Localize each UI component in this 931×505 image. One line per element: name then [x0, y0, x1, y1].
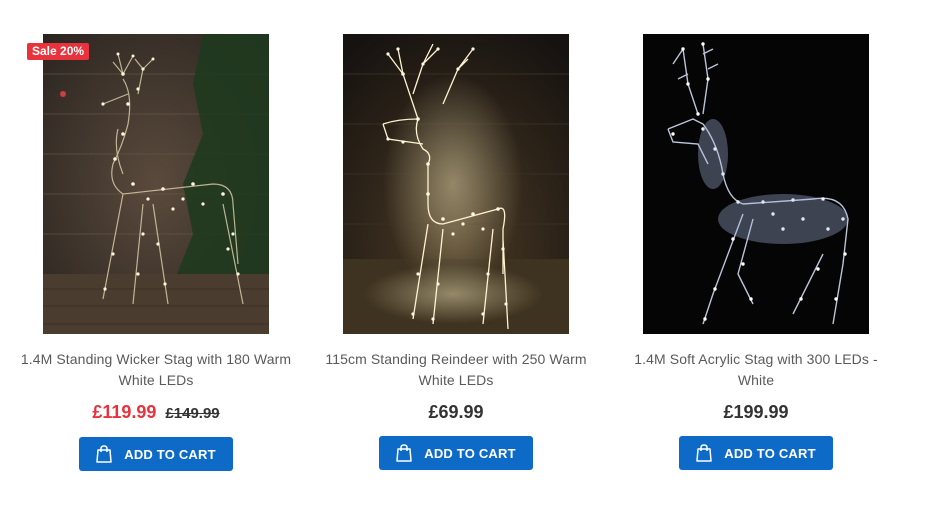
add-to-cart-label: ADD TO CART [724, 445, 816, 461]
product-title[interactable]: 1.4M Soft Acrylic Stag with 300 LEDs - W… [616, 349, 896, 391]
shopping-bag-icon [696, 444, 712, 462]
product-card: 1.4M Soft Acrylic Stag with 300 LEDs - W… [606, 0, 906, 505]
add-to-cart-label: ADD TO CART [124, 446, 216, 462]
product-image[interactable] [343, 34, 569, 334]
sale-badge: Sale 20% [27, 43, 90, 60]
add-to-cart-button[interactable]: ADD TO CART [379, 436, 533, 470]
price: £199.99 [723, 402, 789, 422]
product-title[interactable]: 115cm Standing Reindeer with 250 Warm Wh… [316, 349, 596, 391]
shopping-bag-icon [96, 445, 112, 463]
product-grid: Sale 20% 1.4M Standing Wicker Stag with … [0, 0, 931, 505]
price-row: £199.99 [606, 400, 906, 424]
add-to-cart-button[interactable]: ADD TO CART [79, 437, 233, 471]
add-to-cart-label: ADD TO CART [424, 445, 516, 461]
add-to-cart-button[interactable]: ADD TO CART [679, 436, 833, 470]
product-image[interactable] [643, 34, 869, 334]
price-row: £69.99 [306, 400, 606, 424]
product-title[interactable]: 1.4M Standing Wicker Stag with 180 Warm … [16, 349, 296, 391]
original-price: £149.99 [165, 405, 220, 422]
shopping-bag-icon [396, 444, 412, 462]
sale-price: £119.99 [92, 402, 157, 422]
product-card: Sale 20% 1.4M Standing Wicker Stag with … [6, 0, 306, 505]
product-image[interactable] [43, 34, 269, 334]
price: £69.99 [428, 402, 484, 422]
product-card: 115cm Standing Reindeer with 250 Warm Wh… [306, 0, 606, 505]
price-row: £119.99 £149.99 [6, 400, 306, 426]
